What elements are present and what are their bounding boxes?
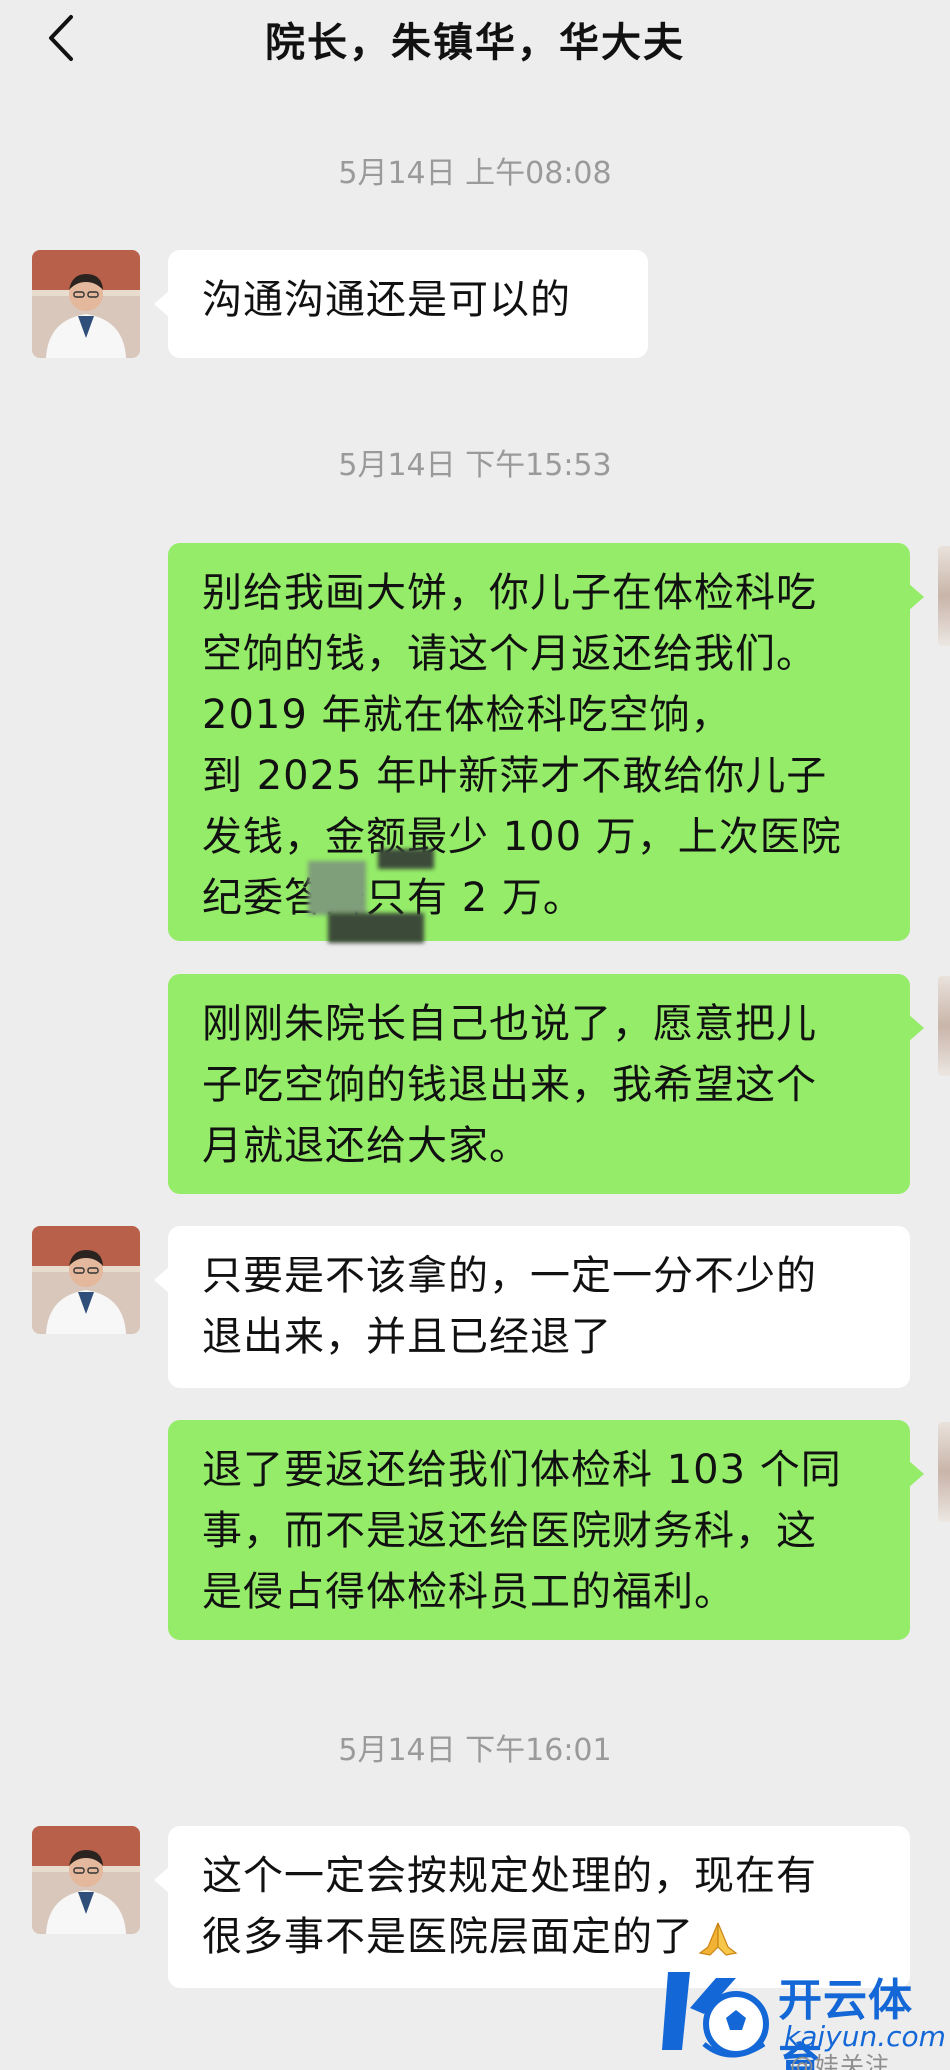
message-line: 刚刚朱院长自己也说了，愿意把儿 <box>202 1001 817 1047</box>
watermark-weibo-handle: @娃关注 <box>790 2052 890 2070</box>
outgoing-message[interactable]: 刚刚朱院长自己也说了，愿意把儿 子吃空饷的钱退出来，我希望这个 月就退还给大家。 <box>168 974 924 1194</box>
message-line: 退出来，并且已经退了 <box>202 1314 612 1360</box>
outgoing-message[interactable]: 退了要返还给我们体检科 103 个同 事，而不是返还给医院财务科，这 是侵占得体… <box>168 1420 924 1640</box>
chat-header: 院长，朱镇华，华大夫 <box>0 0 950 104</box>
message-line: 只要是不该拿的，一定一分不少的 <box>202 1253 817 1299</box>
my-avatar-edge <box>938 1422 950 1522</box>
my-avatar-edge <box>938 546 950 646</box>
message-line: 退了要返还给我们体检科 103 个同 <box>202 1447 842 1493</box>
watermark: 开云体育 kaiyun.com @娃关注 <box>660 1958 950 2070</box>
incoming-message[interactable]: 只要是不该拿的，一定一分不少的 退出来，并且已经退了 <box>154 1226 910 1388</box>
message-line: 子吃空饷的钱退出来，我希望这个 <box>202 1062 817 1108</box>
doctor-avatar[interactable] <box>32 1826 140 1934</box>
message-line: 发钱，金额最少 100 万，上次医院 <box>202 814 842 860</box>
praying-hands-emoji <box>698 1922 738 1956</box>
redaction-blur <box>308 861 366 915</box>
chat-title: 院长，朱镇华，华大夫 <box>265 20 685 66</box>
message-line: 空饷的钱，请这个月返还给我们。 <box>202 631 817 677</box>
message-line: 很多事不是医院层面定的了 <box>202 1914 694 1960</box>
message-line: 别给我画大饼，你儿子在体检科吃 <box>202 570 817 616</box>
message-line: 到 2025 年叶新萍才不敢给你儿子 <box>202 753 828 799</box>
redaction-blur <box>378 849 434 869</box>
message-line: 月就退还给大家。 <box>202 1123 530 1169</box>
timestamp: 5月14日 上午08:08 <box>338 156 612 191</box>
doctor-avatar[interactable] <box>32 250 140 358</box>
message-line: 沟通沟通还是可以的 <box>202 277 571 323</box>
kaiyun-logo-icon <box>662 1972 769 2058</box>
my-avatar-edge <box>938 976 950 1076</box>
incoming-message[interactable]: 沟通沟通还是可以的 <box>154 250 648 358</box>
message-line: 是侵占得体检科员工的福利。 <box>202 1569 735 1615</box>
redaction-blur <box>328 913 424 943</box>
message-line: 2019 年就在体检科吃空饷， <box>202 692 732 738</box>
timestamp: 5月14日 下午15:53 <box>338 448 612 483</box>
doctor-avatar[interactable] <box>32 1226 140 1334</box>
timestamp: 5月14日 下午16:01 <box>338 1733 612 1768</box>
message-line: 事，而不是返还给医院财务科，这 <box>202 1508 817 1554</box>
outgoing-message[interactable]: 别给我画大饼，你儿子在体检科吃 空饷的钱，请这个月返还给我们。 2019 年就在… <box>168 543 924 943</box>
message-line: 这个一定会按规定处理的，现在有 <box>202 1853 817 1899</box>
